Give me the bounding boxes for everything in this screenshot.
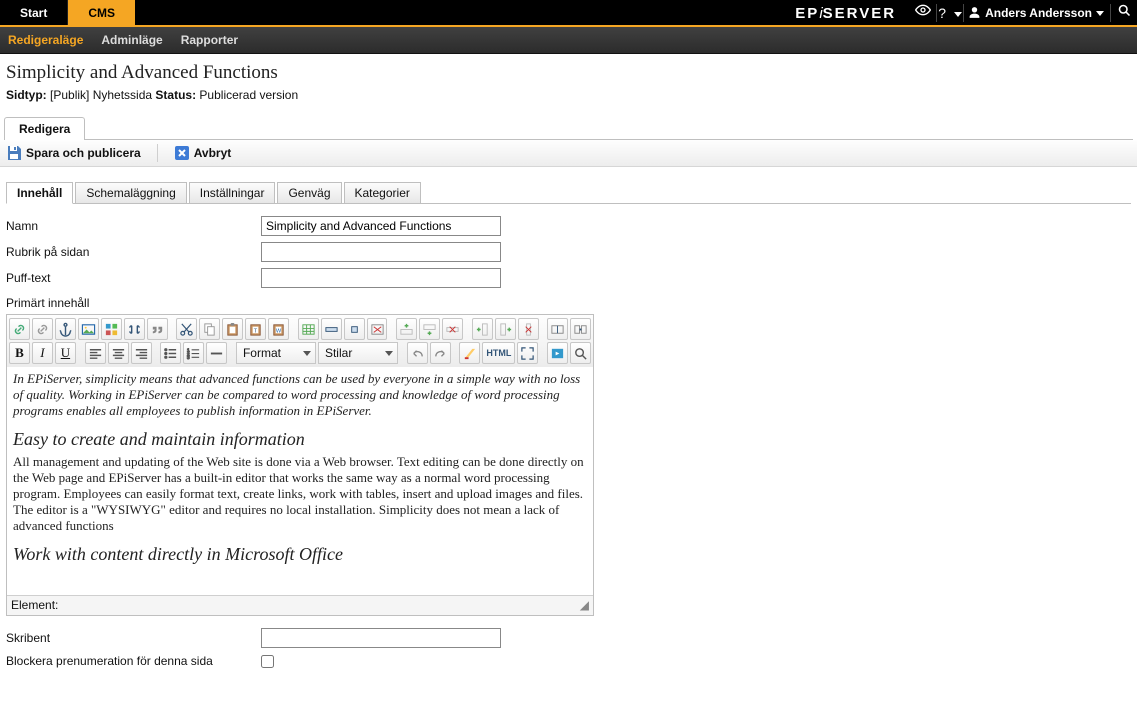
primary-content-label: Primärt innehåll xyxy=(6,296,1131,310)
svg-text:W: W xyxy=(276,328,282,334)
eye-icon[interactable] xyxy=(910,0,936,25)
undo-icon[interactable] xyxy=(407,342,428,364)
save-icon xyxy=(6,145,22,161)
block-sub-checkbox[interactable] xyxy=(261,655,274,668)
mode-admin[interactable]: Adminläge xyxy=(101,33,162,47)
list-ol-icon[interactable]: 123 xyxy=(183,342,204,364)
help-icon[interactable]: ? xyxy=(937,0,963,25)
svg-text:3: 3 xyxy=(187,355,190,360)
mode-reports[interactable]: Rapporter xyxy=(181,33,238,47)
mode-edit[interactable]: Redigeraläge xyxy=(8,33,83,47)
content-tabs: Innehåll Schemaläggning Inställningar Ge… xyxy=(6,181,1131,204)
image-icon[interactable] xyxy=(78,318,99,340)
editor-textarea[interactable]: In EPiServer, simplicity means that adva… xyxy=(7,367,593,595)
bold-icon[interactable]: B xyxy=(9,342,30,364)
cut-icon[interactable] xyxy=(176,318,197,340)
name-label: Namn xyxy=(6,219,261,233)
search-editor-icon[interactable] xyxy=(570,342,591,364)
rich-text-editor: T W B I xyxy=(6,314,594,616)
tab-shortcut[interactable]: Genväg xyxy=(277,182,341,204)
table-delete-icon[interactable] xyxy=(367,318,388,340)
media-icon[interactable] xyxy=(547,342,568,364)
hr-icon[interactable] xyxy=(206,342,227,364)
italic-icon[interactable]: I xyxy=(32,342,53,364)
format-select[interactable]: Format xyxy=(236,342,316,364)
heading-label: Rubrik på sidan xyxy=(6,245,261,259)
code-icon[interactable] xyxy=(124,318,145,340)
page-meta: Sidtyp: [Publik] Nyhetssida Status: Publ… xyxy=(6,88,1131,102)
split-cells-icon[interactable] xyxy=(547,318,568,340)
heading-input[interactable] xyxy=(261,242,501,262)
table-insert-icon[interactable] xyxy=(298,318,319,340)
row-before-icon[interactable] xyxy=(396,318,417,340)
block-sub-label: Blockera prenumeration för denna sida xyxy=(6,654,261,668)
quote-icon[interactable] xyxy=(147,318,168,340)
tab-settings[interactable]: Inställningar xyxy=(189,182,276,204)
unlink-icon[interactable] xyxy=(32,318,53,340)
anchor-icon[interactable] xyxy=(55,318,76,340)
row-props-icon[interactable] xyxy=(321,318,342,340)
tab-content[interactable]: Innehåll xyxy=(6,182,73,204)
mode-bar: Redigeraläge Adminläge Rapporter xyxy=(0,27,1137,54)
search-icon[interactable] xyxy=(1111,0,1137,25)
page-title: Simplicity and Advanced Functions xyxy=(6,62,1131,84)
dynamic-content-icon[interactable] xyxy=(101,318,122,340)
cancel-button[interactable]: Avbryt xyxy=(174,145,232,161)
row-after-icon[interactable] xyxy=(419,318,440,340)
clear-format-icon[interactable] xyxy=(459,342,480,364)
topnav-start[interactable]: Start xyxy=(0,0,68,25)
editor-statusbar: Element: ◢ xyxy=(7,595,593,615)
svg-text:T: T xyxy=(254,328,258,334)
cell-props-icon[interactable] xyxy=(344,318,365,340)
row-delete-icon[interactable] xyxy=(442,318,463,340)
link-icon[interactable] xyxy=(9,318,30,340)
col-after-icon[interactable] xyxy=(495,318,516,340)
align-right-icon[interactable] xyxy=(131,342,152,364)
list-ul-icon[interactable] xyxy=(160,342,181,364)
writer-input[interactable] xyxy=(261,628,501,648)
topnav-cms[interactable]: CMS xyxy=(68,0,135,25)
align-left-icon[interactable] xyxy=(85,342,106,364)
align-center-icon[interactable] xyxy=(108,342,129,364)
paste-text-icon[interactable]: T xyxy=(245,318,266,340)
edit-tab-row: Redigera xyxy=(4,116,1133,140)
fullscreen-icon[interactable] xyxy=(517,342,538,364)
underline-icon[interactable]: U xyxy=(55,342,76,364)
page-header: Simplicity and Advanced Functions Sidtyp… xyxy=(0,54,1137,106)
copy-icon[interactable] xyxy=(199,318,220,340)
tab-categories[interactable]: Kategorier xyxy=(344,182,421,204)
writer-label: Skribent xyxy=(6,631,261,645)
merge-cells-icon[interactable] xyxy=(570,318,591,340)
resize-handle-icon[interactable]: ◢ xyxy=(580,598,589,613)
puff-label: Puff-text xyxy=(6,271,261,285)
save-toolbar: Spara och publicera Avbryt xyxy=(0,140,1137,167)
paste-word-icon[interactable]: W xyxy=(268,318,289,340)
top-app-bar: Start CMS EPiSERVER ? Anders Andersson xyxy=(0,0,1137,27)
redo-icon[interactable] xyxy=(430,342,451,364)
user-menu[interactable]: Anders Andersson xyxy=(964,0,1110,25)
col-before-icon[interactable] xyxy=(472,318,493,340)
tab-redigera[interactable]: Redigera xyxy=(4,117,85,140)
puff-input[interactable] xyxy=(261,268,501,288)
save-publish-button[interactable]: Spara och publicera xyxy=(6,145,141,161)
styles-select[interactable]: Stilar xyxy=(318,342,398,364)
brand-logo: EPiSERVER xyxy=(795,0,910,25)
name-input[interactable] xyxy=(261,216,501,236)
cancel-icon xyxy=(174,145,190,161)
html-source-icon[interactable]: HTML xyxy=(482,342,515,364)
paste-icon[interactable] xyxy=(222,318,243,340)
editor-toolbar: T W B I xyxy=(7,315,593,367)
col-delete-icon[interactable] xyxy=(518,318,539,340)
content-form: Namn Rubrik på sidan Puff-text Primärt i… xyxy=(0,204,1137,703)
tab-scheduling[interactable]: Schemaläggning xyxy=(75,182,186,204)
